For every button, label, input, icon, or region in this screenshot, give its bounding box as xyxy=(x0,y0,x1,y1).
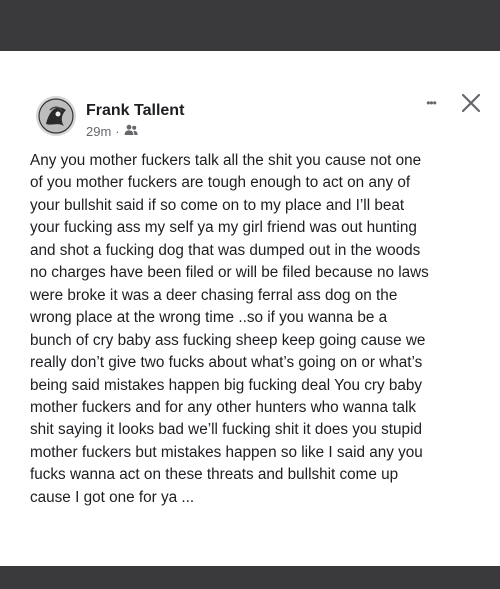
post-text-line: of you mother fuckers are tough enough t… xyxy=(30,174,411,192)
post-timestamp[interactable]: 29m xyxy=(86,124,111,139)
friends-icon[interactable] xyxy=(124,124,138,139)
more-dots-icon: ••• xyxy=(426,96,437,110)
post-body: Any you mother fuckers talk all the shit… xyxy=(30,150,480,509)
post-text-line: Any you mother fuckers talk all the shit… xyxy=(30,152,422,169)
author-name[interactable]: Frank Tallent xyxy=(86,102,184,120)
author-avatar[interactable] xyxy=(36,96,76,136)
meta-separator: · xyxy=(115,124,120,139)
post-text-line: fucks wanna act on these threats and bul… xyxy=(30,466,399,484)
post-text-line: cause I got one for ya ... xyxy=(30,488,195,506)
post-text-line: shit saying it looks bad we’ll fucking s… xyxy=(30,421,422,439)
post-text-line: mother fuckers but mistakes happen so li… xyxy=(30,443,423,461)
post-meta: 29m · xyxy=(86,124,138,139)
post-text-line: and shot a fucking dog that was dumped o… xyxy=(30,241,421,259)
post-text-line: mother fuckers and for any other hunters… xyxy=(30,398,417,416)
post-text-line: your bullshit said if so come on to my p… xyxy=(30,196,405,214)
post-text-line: your fucking ass my self ya my girl frie… xyxy=(30,219,417,237)
post-text-line: being said mistakes happen big fucking d… xyxy=(30,376,423,394)
post-text-line: were broke it was a deer chasing ferral … xyxy=(30,286,398,304)
top-dark-bar xyxy=(0,0,500,51)
facebook-post: Frank Tallent 29m · ••• Any you mother f… xyxy=(0,51,500,566)
more-options-button[interactable]: ••• xyxy=(420,93,442,113)
post-text-line: wrong place at the wrong time ..so if yo… xyxy=(30,309,388,327)
post-text-line: bunch of cry baby ass fucking sheep keep… xyxy=(30,331,426,349)
bottom-dark-bar xyxy=(0,566,500,589)
avatar-image xyxy=(36,96,76,136)
close-button[interactable] xyxy=(458,90,484,116)
post-text-line: really don’t give two fucks about what’s… xyxy=(30,354,423,372)
close-icon xyxy=(461,93,481,113)
post-text-line: no charges have been filed or will be fi… xyxy=(30,264,429,282)
